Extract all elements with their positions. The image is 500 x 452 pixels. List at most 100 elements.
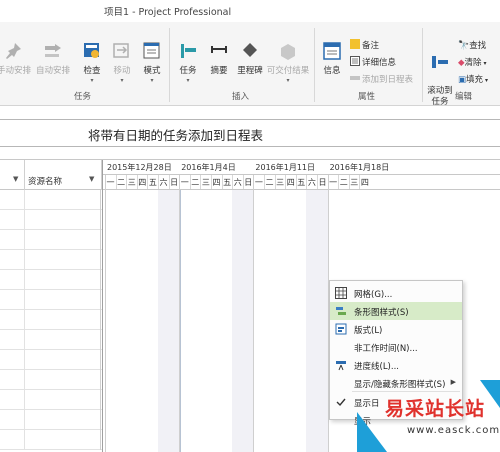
insert-milestone-button[interactable]: 里程碑: [234, 40, 266, 76]
timeline-icon: [350, 76, 360, 80]
clear-button[interactable]: ◆清除 ▾: [458, 56, 486, 68]
timeline-placeholder: 将带有日期的任务添加到日程表: [88, 128, 264, 143]
inspect-button[interactable]: 检查 ▾: [80, 40, 104, 84]
milestone-icon: [243, 43, 257, 57]
gantt-day-label: 一: [106, 178, 115, 187]
gantt-current-date-line: [179, 190, 181, 452]
mode-button[interactable]: 模式 ▾: [140, 40, 164, 84]
insert-deliverable-button[interactable]: 可交付结果 ▾: [266, 40, 310, 84]
watermark: 易采站长站 www.easck.com: [357, 380, 500, 452]
gantt-day-tick: [189, 175, 191, 189]
mode-label: 模式: [143, 66, 161, 76]
context-menu-item-label: 非工作时间(N)...: [354, 344, 418, 354]
chevron-down-icon: ▾: [481, 60, 487, 67]
context-menu-item[interactable]: 非工作时间(N)...: [330, 338, 462, 356]
chevron-down-icon: ▾: [90, 77, 94, 84]
information-icon: [323, 42, 341, 60]
insert-task-button[interactable]: 任务 ▾: [176, 40, 200, 84]
context-menu-item-label: 版式(L): [354, 326, 383, 336]
gantt-day-label: 六: [307, 178, 316, 187]
auto-schedule-label: 自动安排: [35, 66, 70, 76]
table-row[interactable]: [0, 410, 102, 430]
insert-milestone-label: 里程碑: [237, 66, 263, 76]
gantt-day-label: 日: [318, 178, 327, 187]
auto-schedule-button[interactable]: 自动安排: [34, 40, 72, 76]
column-header-task-mode[interactable]: ▼: [0, 160, 25, 190]
timeline-pane[interactable]: 将带有日期的任务添加到日程表: [0, 106, 500, 160]
layout-icon: [335, 323, 347, 335]
table-row[interactable]: [0, 390, 102, 410]
gantt-week-label: 2016年1月11日: [255, 163, 316, 172]
gantt-day-label: 二: [117, 178, 126, 187]
insert-task-label: 任务: [179, 66, 197, 76]
chevron-down-icon[interactable]: ▼: [13, 175, 18, 183]
information-button[interactable]: 信息: [318, 40, 346, 76]
context-menu-item[interactable]: 版式(L): [330, 320, 462, 338]
manual-schedule-button[interactable]: 手动安排: [0, 40, 32, 76]
gantt-week-label: 2015年12月28日: [107, 163, 172, 172]
gantt-day-tick: [295, 175, 297, 189]
context-menu-item[interactable]: 网格(G)...: [330, 284, 462, 302]
gantt-day-tick: [264, 175, 265, 189]
group-label-insert: 插入: [232, 92, 250, 102]
gantt-day-label: 日: [244, 178, 253, 187]
find-button[interactable]: 🔭查找: [458, 39, 486, 51]
inspect-label: 检查: [83, 66, 101, 76]
gantt-nonworking-shade: [232, 190, 254, 452]
notes-button[interactable]: 备注: [350, 39, 379, 51]
gantt-day-tick: [338, 175, 340, 189]
table-row[interactable]: [0, 270, 102, 290]
gantt-week-label: 2016年1月18日: [329, 163, 390, 172]
gantt-day-tick: [274, 175, 276, 189]
chevron-down-icon: ▾: [120, 77, 124, 84]
move-button[interactable]: 移动 ▾: [110, 40, 134, 84]
chevron-down-icon: ▾: [150, 77, 154, 84]
fill-button[interactable]: ▣填充 ▾: [458, 73, 488, 85]
gantt-day-label: 三: [276, 178, 285, 187]
table-row[interactable]: [0, 370, 102, 390]
window-title: 项目1 - Project Professional: [104, 7, 232, 18]
details-button[interactable]: 详细信息: [350, 56, 396, 68]
gantt-day-tick: [168, 175, 170, 189]
watermark-url: www.easck.com: [407, 425, 500, 436]
context-menu-item[interactable]: 条形图样式(S): [330, 302, 462, 320]
group-label-tasks: 任务: [74, 92, 92, 102]
table-row[interactable]: [0, 190, 102, 210]
group-divider: [169, 28, 170, 102]
insert-summary-button[interactable]: 摘要: [206, 40, 232, 76]
group-label-editing: 编辑: [455, 92, 473, 102]
table-row[interactable]: [0, 230, 102, 250]
context-menu-item[interactable]: 进度线(L)...: [330, 356, 462, 374]
table-row[interactable]: [0, 290, 102, 310]
table-row[interactable]: [0, 250, 102, 270]
grid-icon: [335, 287, 347, 299]
column-header-label: 资源名称: [28, 177, 63, 187]
table-row[interactable]: [0, 430, 102, 450]
gantt-day-label: 四: [138, 178, 147, 187]
table-row[interactable]: [0, 330, 102, 350]
table-row[interactable]: [0, 210, 102, 230]
column-header-resource-names[interactable]: 资源名称 ▼: [25, 160, 102, 190]
move-label: 移动: [113, 66, 131, 76]
group-label-properties: 属性: [358, 92, 376, 102]
table-row[interactable]: [0, 310, 102, 330]
chevron-down-icon[interactable]: ▼: [89, 175, 94, 183]
gantt-day-label: 五: [148, 178, 157, 187]
gantt-day-label: 五: [223, 178, 232, 187]
scroll-to-task-label: 滚动到 任务: [427, 86, 453, 107]
move-icon: [113, 43, 129, 58]
gantt-day-label: 二: [339, 178, 348, 187]
gantt-day-tick: [136, 175, 138, 189]
add-to-timeline-label: 添加到日程表: [362, 75, 414, 85]
scroll-to-task-button[interactable]: 滚动到 任务: [426, 40, 454, 108]
gantt-day-label: 三: [350, 178, 359, 187]
binoculars-icon: 🔭: [458, 41, 470, 51]
fill-down-icon: ▣: [458, 75, 467, 85]
task-table[interactable]: [0, 190, 102, 452]
inspect-icon: [84, 43, 99, 58]
scroll-to-task-icon: [432, 56, 448, 68]
mode-icon: [143, 42, 160, 59]
add-to-timeline-button[interactable]: 添加到日程表: [350, 73, 413, 85]
title-bar: 项目1 - Project Professional: [0, 0, 500, 22]
table-row[interactable]: [0, 350, 102, 370]
